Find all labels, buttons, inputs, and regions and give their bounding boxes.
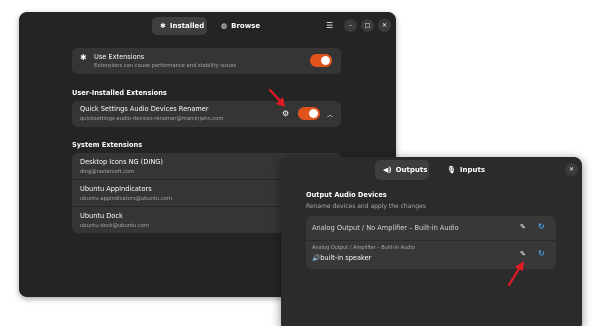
- device-original-name: Analog Output / Amplifier – Built-in Aud…: [312, 245, 415, 251]
- use-extensions-toggle[interactable]: [310, 54, 332, 67]
- device-name-input[interactable]: 🔊built-in speaker: [312, 254, 371, 262]
- output-devices-subtitle: Rename devices and apply the changes: [306, 203, 426, 210]
- refresh-icon[interactable]: ↻: [538, 222, 545, 231]
- tab-outputs[interactable]: ◀) Outputs: [375, 160, 429, 180]
- menu-icon[interactable]: ☰: [326, 19, 333, 32]
- globe-icon: ◍: [221, 22, 228, 30]
- annotation-arrow-pencil: [507, 261, 524, 287]
- output-devices-heading: Output Audio Devices: [306, 191, 387, 199]
- extension-id: ubuntu-dock@ubuntu.com: [80, 223, 150, 229]
- extension-toggle[interactable]: [298, 107, 320, 120]
- minimize-button[interactable]: –: [344, 19, 357, 32]
- puzzle-icon: ✱: [80, 53, 87, 62]
- extension-id: ding@rastersoft.com: [80, 169, 135, 175]
- preferences-window: ◀) Outputs 🎙 Inputs ✕ Output Audio Devic…: [281, 157, 582, 326]
- use-extensions-title: Use Extensions: [94, 53, 145, 61]
- refresh-icon[interactable]: ↻: [538, 249, 545, 258]
- user-extensions-heading: User-Installed Extensions: [72, 89, 167, 97]
- extension-name: Ubuntu AppIndicators: [80, 185, 152, 193]
- puzzle-icon: ✱: [160, 22, 166, 30]
- pencil-icon[interactable]: ✎: [520, 250, 526, 258]
- tab-inputs[interactable]: 🎙 Inputs: [439, 160, 489, 180]
- tab-browse[interactable]: ◍ Browse: [213, 17, 265, 35]
- tab-outputs-label: Outputs: [395, 166, 428, 174]
- extension-name: Quick Settings Audio Devices Renamer: [80, 105, 209, 113]
- pencil-icon[interactable]: ✎: [520, 223, 526, 231]
- system-extensions-heading: System Extensions: [72, 141, 143, 149]
- maximize-button[interactable]: □: [361, 19, 374, 32]
- extension-id: ubuntu-appindicators@ubuntu.com: [80, 196, 173, 202]
- tab-browse-label: Browse: [231, 22, 261, 30]
- close-button[interactable]: ✕: [378, 19, 391, 32]
- annotation-arrow-gear: [268, 88, 285, 107]
- tab-inputs-label: Inputs: [459, 166, 485, 174]
- extension-id: quicksettings-audio-devices-renamer@marc…: [80, 116, 224, 122]
- extension-name: Ubuntu Dock: [80, 212, 123, 220]
- use-extensions-subtitle: Extensions can cause performance and sta…: [94, 63, 237, 69]
- list-item[interactable]: Quick Settings Audio Devices Renamer qui…: [72, 101, 341, 127]
- header-bar: ✱ Installed ◍ Browse ☰ – □ ✕: [19, 12, 396, 40]
- use-extensions-row: ✱ Use Extensions Extensions can cause pe…: [72, 48, 341, 74]
- extension-name: Desktop Icons NG (DING): [80, 158, 163, 166]
- list-item[interactable]: Analog Output / No Amplifier – Built-in …: [306, 216, 556, 240]
- close-button[interactable]: ✕: [565, 163, 578, 176]
- speaker-icon: ◀): [383, 166, 392, 174]
- tab-installed[interactable]: ✱ Installed: [152, 17, 207, 35]
- device-name: Analog Output / No Amplifier – Built-in …: [312, 224, 459, 232]
- chevron-up-icon[interactable]: ︿: [327, 110, 333, 119]
- microphone-icon: 🎙: [447, 166, 456, 174]
- tab-installed-label: Installed: [169, 22, 205, 30]
